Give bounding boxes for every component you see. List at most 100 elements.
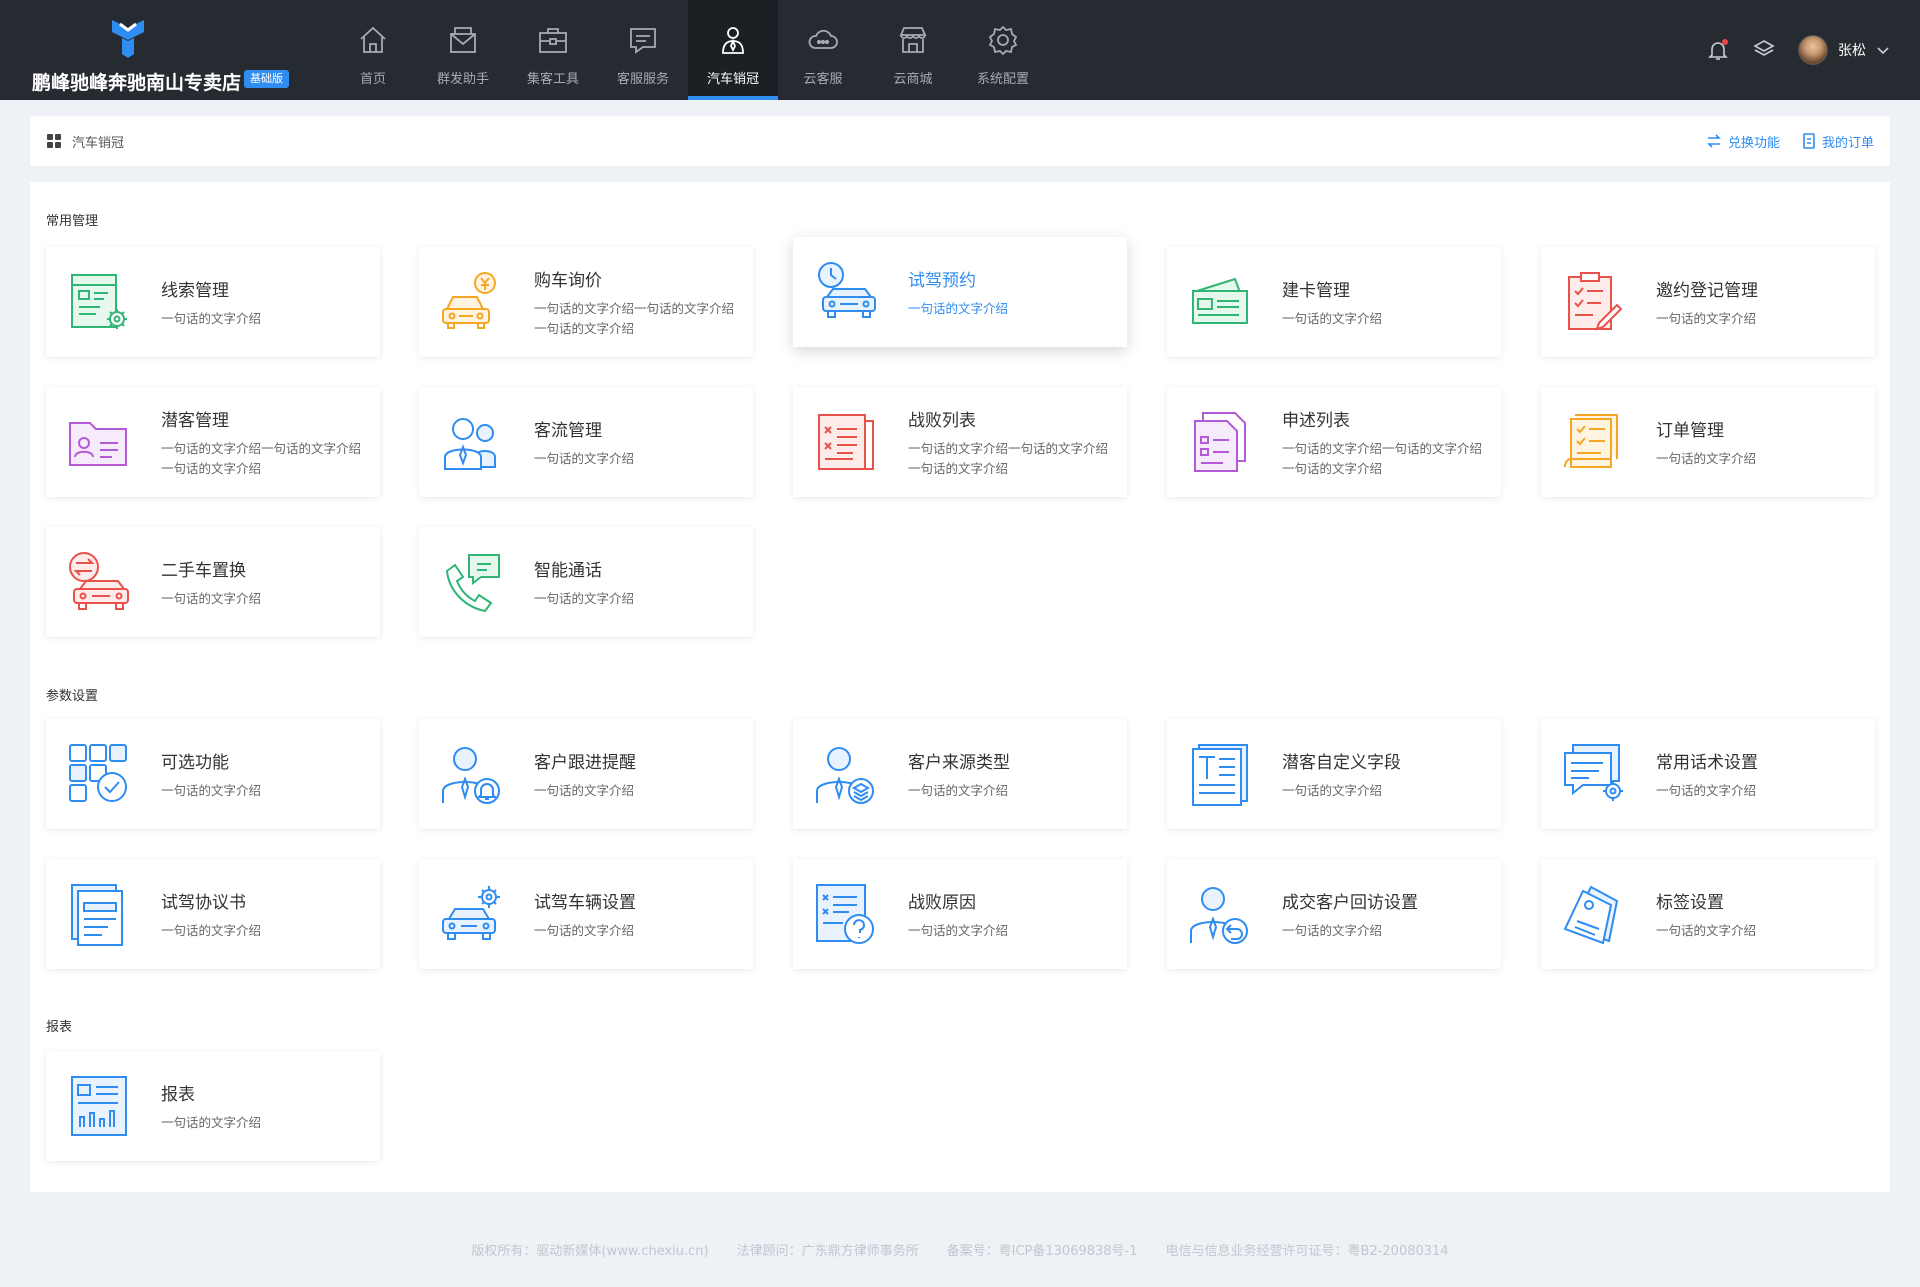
notification-button[interactable] xyxy=(1706,38,1730,62)
card-used-car-exchange[interactable]: 二手车置换一句话的文字介绍 xyxy=(46,527,380,637)
cards-icon xyxy=(1192,277,1248,324)
card-test-drive-agreement[interactable]: 试驾协议书 一句话的文字介绍 xyxy=(46,859,380,969)
card-desc: 一句话的文字介绍一句话的文字介绍一句话的文字介绍 xyxy=(161,440,362,476)
card-traffic-management[interactable]: 客流管理 一句话的文字介绍 xyxy=(419,387,753,497)
chevron-down-icon xyxy=(1877,47,1889,55)
card-optional-features[interactable]: 可选功能 一句话的文字介绍 xyxy=(46,719,380,829)
main-content: 常用管理 线索管理 一句话的文字介绍 购车询价 一句话的文字介绍一句话的文字介绍一句… xyxy=(30,182,1890,1192)
card-title: 建卡管理 xyxy=(1282,280,1350,301)
nav-customer-service[interactable]: 客服服务 xyxy=(598,0,688,100)
card-title: 战败原因 xyxy=(908,892,976,913)
card-desc: 一句话的文字介绍 xyxy=(161,590,262,606)
nav-label: 集客工具 xyxy=(526,72,579,87)
nav-cloud-store[interactable]: 云商城 xyxy=(868,0,958,100)
exchange-icon xyxy=(1707,134,1721,148)
card-desc: 一句话的文字介绍 xyxy=(534,590,635,606)
car-price-icon xyxy=(442,272,496,329)
brand[interactable]: 鹏峰驰峰奔驰南山专卖店 基础版 xyxy=(28,10,298,94)
toolbox-icon xyxy=(539,28,567,53)
my-orders-link[interactable]: 我的订单 xyxy=(1802,132,1874,151)
nav-home[interactable]: 首页 xyxy=(328,0,418,100)
card-desc: 一句话的文字介绍一句话的文字介绍一句话的文字介绍 xyxy=(908,440,1109,476)
tag-icon xyxy=(1563,885,1619,945)
card-defeat-reason[interactable]: 战败原因一句话的文字介绍 xyxy=(793,859,1127,969)
nav-tools[interactable]: 集客工具 xyxy=(508,0,598,100)
card-common-phrases[interactable]: 常用话术设置 一句话的文字介绍 xyxy=(1541,719,1875,829)
user-menu[interactable]: 张松 xyxy=(1798,35,1890,65)
defeat-list-icon xyxy=(818,414,874,470)
footer: 版权所有：驱动新媒体(www.chexiu.cn) 法律顾问：广东鼎方律师事务所… xyxy=(0,1240,1920,1259)
person-return-icon xyxy=(1190,887,1248,944)
card-report[interactable]: 报表 一句话的文字介绍 xyxy=(46,1051,380,1161)
card-desc: 一句话的文字介绍 xyxy=(908,782,1009,798)
nav-label: 首页 xyxy=(359,72,386,87)
exchange-function-link[interactable]: 兑换功能 xyxy=(1706,132,1780,151)
card-desc: 一句话的文字介绍 xyxy=(908,922,1009,938)
card-desc: 一句话的文字介绍 xyxy=(1282,310,1383,326)
layers-icon xyxy=(1753,40,1775,56)
report-chart-icon xyxy=(71,1076,127,1136)
nav-label: 云商城 xyxy=(893,72,933,87)
store-icon xyxy=(899,27,927,53)
nav-system-config[interactable]: 系统配置 xyxy=(958,0,1048,100)
card-title: 二手车置换 xyxy=(161,560,246,581)
card-lead-management[interactable]: 线索管理 一句话的文字介绍 xyxy=(46,247,380,357)
breadcrumb-label: 汽车销冠 xyxy=(72,135,125,151)
clipboard-pen-icon xyxy=(1568,272,1623,331)
card-prospect-custom-fields[interactable]: 潜客自定义字段 一句话的文字介绍 xyxy=(1167,719,1501,829)
card-title: 智能通话 xyxy=(534,560,602,581)
card-smart-call[interactable]: 智能通话一句话的文字介绍 xyxy=(419,527,753,637)
nav-label: 汽车销冠 xyxy=(706,72,759,87)
card-desc: 一句话的文字介绍一句话的文字介绍一句话的文字介绍 xyxy=(1282,440,1483,476)
section-title-common: 常用管理 xyxy=(46,214,99,229)
card-desc: 一句话的文字介绍 xyxy=(1282,922,1383,938)
person-layers-icon xyxy=(816,747,874,804)
agreement-icon xyxy=(71,884,123,946)
card-order-management[interactable]: 订单管理一句话的文字介绍 xyxy=(1541,387,1875,497)
chat-gear-icon xyxy=(1564,744,1623,801)
card-title: 试驾车辆设置 xyxy=(534,892,636,913)
user-name: 张松 xyxy=(1838,43,1866,59)
cloud-service-icon xyxy=(808,29,838,49)
card-car-inquiry[interactable]: 购车询价 一句话的文字介绍一句话的文字介绍一句话的文字介绍 xyxy=(419,247,753,357)
nav-car-sales[interactable]: 汽车销冠 xyxy=(688,0,778,100)
card-desc: 一句话的文字介绍 xyxy=(161,922,262,938)
card-desc: 一句话的文字介绍 xyxy=(1656,450,1757,466)
card-desc: 一句话的文字介绍 xyxy=(1656,310,1757,326)
card-title: 订单管理 xyxy=(1656,420,1724,441)
card-appeal-list[interactable]: 申述列表一句话的文字介绍一句话的文字介绍一句话的文字介绍 xyxy=(1167,387,1501,497)
card-card-management[interactable]: 建卡管理一句话的文字介绍 xyxy=(1167,247,1501,357)
card-title: 潜客自定义字段 xyxy=(1282,752,1401,773)
apps-grid-icon xyxy=(47,134,61,148)
lead-gear-icon xyxy=(71,274,127,329)
card-test-drive-booking[interactable]: 试驾预约 一句话的文字介绍 xyxy=(793,237,1127,347)
mail-icon xyxy=(450,27,476,53)
card-title: 购车询价 xyxy=(534,270,602,291)
card-follow-up-reminder[interactable]: 客户跟进提醒 一句话的文字介绍 xyxy=(419,719,753,829)
card-customer-source-type[interactable]: 客户来源类型 一句话的文字介绍 xyxy=(793,719,1127,829)
card-defeat-list[interactable]: 战败列表 一句话的文字介绍一句话的文字介绍一句话的文字介绍 xyxy=(793,387,1127,497)
layers-button[interactable] xyxy=(1752,38,1776,62)
card-desc: 一句话的文字介绍 xyxy=(161,1114,262,1130)
card-test-drive-vehicle-settings[interactable]: 试驾车辆设置 一句话的文字介绍 xyxy=(419,859,753,969)
folder-contact-icon xyxy=(69,422,127,466)
card-desc: 一句话的文字介绍 xyxy=(161,782,262,798)
nav-label: 群发助手 xyxy=(436,72,489,87)
nav-cloud-service[interactable]: 云客服 xyxy=(778,0,868,100)
nav-mass-send[interactable]: 群发助手 xyxy=(418,0,508,100)
card-title: 标签设置 xyxy=(1656,892,1724,913)
footer-legal: 法律顾问：广东鼎方律师事务所 xyxy=(736,1244,919,1259)
brand-logo xyxy=(112,20,144,58)
car-exchange-icon xyxy=(69,552,129,610)
card-desc: 一句话的文字介绍 xyxy=(534,782,635,798)
car-clock-icon xyxy=(818,262,876,318)
card-prospect-management[interactable]: 潜客管理 一句话的文字介绍一句话的文字介绍一句话的文字介绍 xyxy=(46,387,380,497)
car-gear-icon xyxy=(442,886,500,940)
card-deal-customer-revisit[interactable]: 成交客户回访设置 一句话的文字介绍 xyxy=(1167,859,1501,969)
card-title: 申述列表 xyxy=(1282,410,1350,431)
card-tag-settings[interactable]: 标签设置 一句话的文字介绍 xyxy=(1541,859,1875,969)
top-navigation-bar: 鹏峰驰峰奔驰南山专卖店 基础版 首页 群发助手 集客工具 客服服务 汽车销冠 云… xyxy=(0,0,1920,100)
card-title: 邀约登记管理 xyxy=(1656,280,1758,301)
card-invitation-registration[interactable]: 邀约登记管理一句话的文字介绍 xyxy=(1541,247,1875,357)
footer-license: 电信与信息业务经营许可证号：粤B2-20080314 xyxy=(1165,1244,1449,1259)
